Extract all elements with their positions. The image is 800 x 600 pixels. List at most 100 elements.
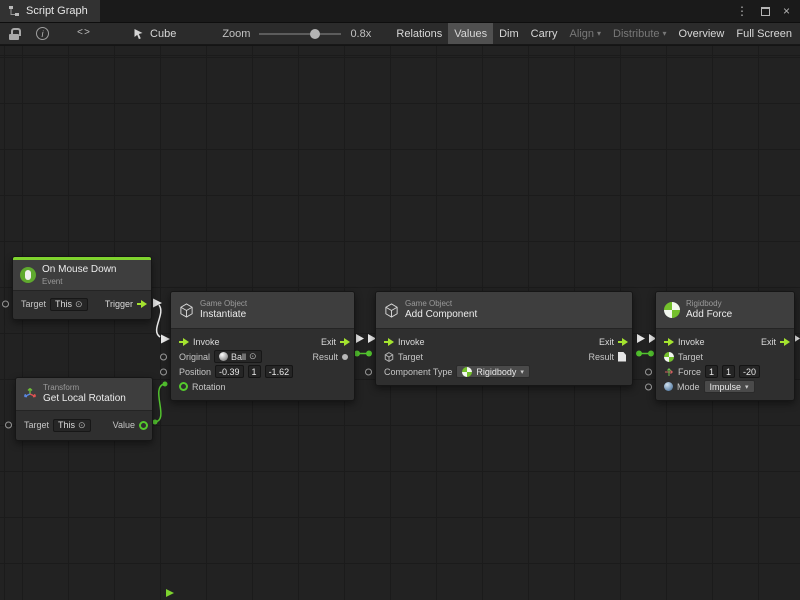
exit-output-port[interactable]: [340, 338, 350, 346]
target-value: This: [55, 299, 72, 309]
relations-button[interactable]: Relations: [390, 23, 448, 44]
node-instantiate[interactable]: Game Object Instantiate Invoke Exit Orig…: [170, 291, 355, 401]
mouse-icon: [20, 267, 36, 283]
rigidbody-icon: [664, 302, 680, 318]
flow-arrow: [153, 299, 162, 308]
flow-arrow: [161, 335, 170, 344]
result-output-port[interactable]: [342, 354, 348, 360]
node-category: Rigidbody: [686, 299, 732, 308]
component-type-input-port[interactable]: [365, 368, 372, 375]
target-object-field[interactable]: This ⊙: [53, 419, 91, 432]
trigger-output-port[interactable]: [137, 300, 147, 308]
graph-breadcrumb[interactable]: Cube: [133, 28, 176, 40]
exit-output-port[interactable]: [780, 338, 790, 346]
distribute-button[interactable]: Distribute▾: [607, 23, 672, 44]
rotation-label: Rotation: [192, 382, 226, 392]
original-value: Ball: [231, 352, 246, 362]
object-picker-icon[interactable]: ⊙: [78, 421, 86, 430]
node-on-mouse-down[interactable]: On Mouse Down Event Target This ⊙ Trigge…: [12, 256, 152, 320]
original-label: Original: [179, 352, 210, 362]
align-button[interactable]: Align▾: [564, 23, 607, 44]
target-input-port[interactable]: [5, 422, 12, 429]
original-input-port[interactable]: [160, 353, 167, 360]
port-row-target: Target: [656, 349, 794, 364]
dim-button[interactable]: Dim: [493, 23, 525, 44]
result-label: Result: [588, 352, 614, 362]
value-port-dot[interactable]: [648, 351, 654, 357]
dim-label: Dim: [499, 28, 519, 40]
code-icon[interactable]: <>: [77, 28, 91, 39]
rotation-output-port[interactable]: [139, 421, 148, 430]
info-icon[interactable]: i: [36, 27, 49, 40]
carry-button[interactable]: Carry: [525, 23, 564, 44]
wire-rotation-value[interactable]: [155, 384, 164, 422]
force-x-field[interactable]: 1: [705, 365, 718, 378]
node-header[interactable]: Game Object Add Component: [376, 292, 632, 329]
lock-icon[interactable]: [9, 28, 19, 40]
node-title: On Mouse Down: [42, 264, 116, 276]
rotation-input-port[interactable]: [179, 382, 188, 391]
fullscreen-button[interactable]: Full Screen: [730, 23, 798, 44]
position-input-port[interactable]: [160, 368, 167, 375]
object-picker-icon[interactable]: ⊙: [249, 352, 257, 361]
result-label: Result: [312, 352, 338, 362]
value-port-dot[interactable]: [163, 382, 168, 387]
menu-icon[interactable]: ⋮: [736, 5, 748, 17]
node-add-component[interactable]: Game Object Add Component Invoke Exit: [375, 291, 633, 386]
graph-canvas[interactable]: On Mouse Down Event Target This ⊙ Trigge…: [0, 46, 800, 600]
node-header[interactable]: Game Object Instantiate: [171, 292, 354, 329]
mode-value: Impulse: [710, 382, 742, 392]
script-graph-icon: [8, 5, 20, 17]
rigidbody-icon: [664, 352, 674, 362]
object-picker-icon[interactable]: ⊙: [75, 300, 83, 309]
force-input-port[interactable]: [645, 368, 652, 375]
values-button[interactable]: Values: [448, 23, 493, 44]
tab-script-graph[interactable]: Script Graph: [0, 0, 100, 22]
zoom-control: Zoom 0.8x: [222, 28, 371, 40]
value-port-dot[interactable]: [636, 351, 642, 357]
force-y-field[interactable]: 1: [722, 365, 735, 378]
overview-button[interactable]: Overview: [673, 23, 731, 44]
invoke-input-port[interactable]: [664, 338, 674, 346]
original-object-field[interactable]: Ball ⊙: [214, 350, 262, 363]
node-header[interactable]: On Mouse Down Event: [13, 260, 151, 291]
invoke-input-port[interactable]: [179, 338, 189, 346]
enum-icon: [664, 382, 673, 391]
align-label: Align: [570, 28, 594, 40]
value-port-dot[interactable]: [366, 351, 372, 357]
target-input-port[interactable]: [2, 301, 9, 308]
maximize-icon[interactable]: [761, 7, 770, 16]
zoom-slider-handle[interactable]: [310, 29, 320, 39]
wire-trigger-to-invoke[interactable]: [157, 305, 161, 337]
target-object-field[interactable]: This ⊙: [50, 298, 88, 311]
node-get-local-rotation[interactable]: Transform Get Local Rotation Target This…: [15, 377, 153, 441]
node-add-force[interactable]: Rigidbody Add Force Invoke Exit Target: [655, 291, 795, 401]
mode-input-port[interactable]: [645, 383, 652, 390]
zoom-slider-track[interactable]: [259, 33, 341, 35]
close-icon[interactable]: ×: [783, 5, 790, 17]
relations-label: Relations: [396, 28, 442, 40]
port-row-original: Original Ball ⊙ Result: [171, 349, 354, 364]
node-header[interactable]: Rigidbody Add Force: [656, 292, 794, 329]
component-type-dropdown[interactable]: Rigidbody ▾: [456, 365, 530, 378]
mode-dropdown[interactable]: Impulse ▾: [704, 380, 755, 393]
node-title: Instantiate: [200, 309, 247, 321]
window-title: Script Graph: [26, 5, 88, 17]
port-row-invoke: Invoke Exit: [171, 334, 354, 349]
fullscreen-label: Full Screen: [736, 28, 792, 40]
force-z-field[interactable]: -20: [739, 365, 760, 378]
exit-output-port[interactable]: [618, 338, 628, 346]
position-z-field[interactable]: -1.62: [265, 365, 294, 378]
port-row-invoke: Invoke Exit: [656, 334, 794, 349]
position-x-field[interactable]: -0.39: [215, 365, 244, 378]
zoom-slider[interactable]: [259, 28, 341, 40]
node-header[interactable]: Transform Get Local Rotation: [16, 378, 152, 411]
exit-label: Exit: [599, 337, 614, 347]
position-y-field[interactable]: 1: [248, 365, 261, 378]
result-output-port[interactable]: [618, 352, 626, 362]
position-label: Position: [179, 367, 211, 377]
node-subtitle: Event: [42, 277, 116, 286]
overview-label: Overview: [679, 28, 725, 40]
invoke-input-port[interactable]: [384, 338, 394, 346]
zoom-label: Zoom: [222, 28, 250, 40]
